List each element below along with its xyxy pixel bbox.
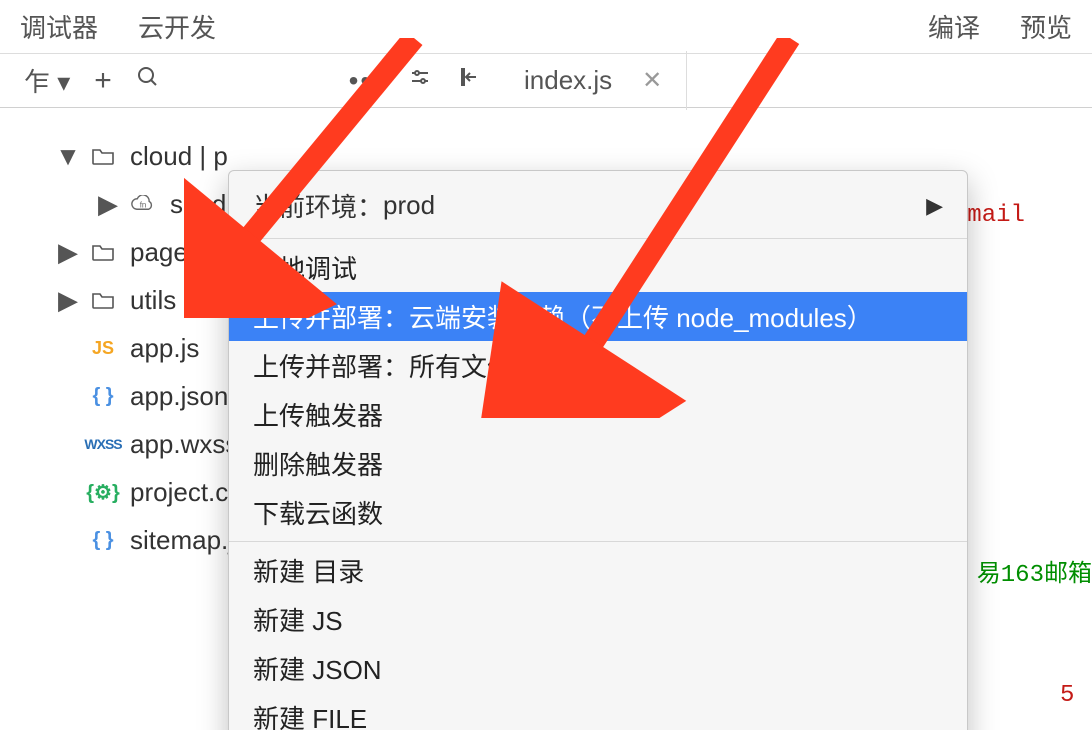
tree-label: app.wxss [130,429,238,460]
secondary-bar: 乍 ▾ + ••• index.js ✕ [0,54,1092,108]
ctx-local-debug[interactable]: 本地调试 [229,243,967,292]
context-menu: 当前环境： prod ▶ 本地调试 上传并部署：云端安装依赖（不上传 node_… [228,170,968,730]
more-icon[interactable]: ••• [349,65,384,97]
ctx-new-dir[interactable]: 新建 目录 [229,546,967,595]
topbar: 调试器 云开发 编译 预览 [0,0,1092,54]
chevron-right-icon: ▶ [926,193,943,219]
add-icon[interactable]: + [94,64,112,98]
wxss-icon: WXSS [88,436,118,452]
js-icon: JS [88,338,118,359]
topbar-compile[interactable]: 编译 [928,8,980,45]
ctx-new-js[interactable]: 新建 JS [229,595,967,644]
action-label: 乍 ▾ [24,62,70,99]
chevron-right-icon: ▶ [60,237,76,268]
search-icon[interactable] [136,65,160,96]
context-env[interactable]: 当前环境： prod ▶ [229,177,967,234]
ctx-delete-trigger[interactable]: 删除触发器 [229,439,967,488]
json-icon: { } [88,385,118,408]
folder-icon [88,242,118,262]
ctx-download-func[interactable]: 下载云函数 [229,488,967,537]
editor-tab[interactable]: index.js ✕ [500,51,687,110]
tree-label: project.co [130,477,243,508]
tree-label: pages [130,237,201,268]
ctx-upload-deploy-all[interactable]: 上传并部署：所有文件 [229,341,967,390]
tree-label: app.json [130,381,228,412]
cloud-function-icon: fn [128,195,158,213]
ctx-upload-trigger[interactable]: 上传触发器 [229,390,967,439]
topbar-debugger[interactable]: 调试器 [0,8,118,45]
env-label: 当前环境： [253,187,383,224]
chevron-right-icon: ▶ [100,189,116,220]
tree-label: app.js [130,333,199,364]
settings-icon[interactable] [408,65,432,96]
folder-icon [88,146,118,166]
ctx-new-file[interactable]: 新建 FILE [229,693,967,730]
ctx-upload-deploy-cloud[interactable]: 上传并部署：云端安装依赖（不上传 node_modules） [229,292,967,341]
tree-label: utils [130,285,176,316]
tree-label: cloud | p [130,141,228,172]
topbar-preview[interactable]: 预览 [1020,8,1072,45]
chevron-right-icon: ▶ [60,285,76,316]
svg-text:fn: fn [140,201,147,210]
ctx-new-json[interactable]: 新建 JSON [229,644,967,693]
folder-icon [88,290,118,310]
close-icon[interactable]: ✕ [642,66,662,95]
topbar-cloud-dev[interactable]: 云开发 [118,8,236,45]
collapse-icon[interactable] [456,65,480,96]
env-value: prod [383,190,435,221]
json-icon: { } [88,529,118,552]
config-icon: {⚙} [88,480,118,505]
chevron-down-icon: ▼ [60,141,76,172]
editor-tab-label: index.js [524,65,612,96]
